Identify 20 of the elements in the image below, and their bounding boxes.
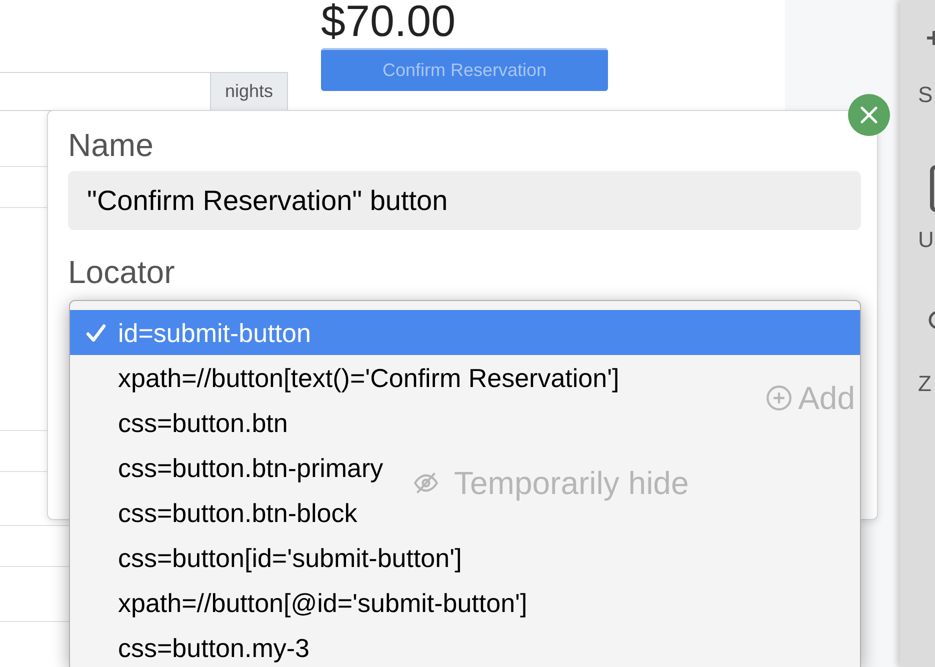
panel-label: S	[918, 83, 933, 107]
check-icon	[86, 324, 106, 342]
locator-option[interactable]: css=button.btn-primary	[118, 452, 384, 482]
panel-label: U	[918, 228, 934, 252]
locator-option[interactable]: css=button.my-3	[118, 632, 310, 662]
locator-option[interactable]: xpath=//button[@id='submit-button']	[118, 588, 528, 618]
input-addon: nights	[211, 72, 288, 111]
name-field[interactable]: "Confirm Reservation" button	[68, 171, 861, 230]
locator-option[interactable]: css=button.btn-block	[118, 498, 358, 528]
price-text: $70.00	[321, 0, 456, 44]
locator-option[interactable]: css=button.btn	[118, 408, 288, 438]
field-label: Locator	[68, 254, 175, 290]
circle-plus-icon	[766, 385, 792, 411]
field-label: Name	[68, 127, 154, 163]
locator-option[interactable]: css=button[id='submit-button']	[118, 542, 462, 572]
panel-label: Z	[918, 372, 932, 396]
input-field[interactable]	[0, 72, 211, 111]
close-icon	[860, 106, 878, 124]
locator-option[interactable]: xpath=//button[text()='Confirm Reservation']	[118, 362, 620, 392]
eye-slash-icon	[414, 471, 438, 495]
